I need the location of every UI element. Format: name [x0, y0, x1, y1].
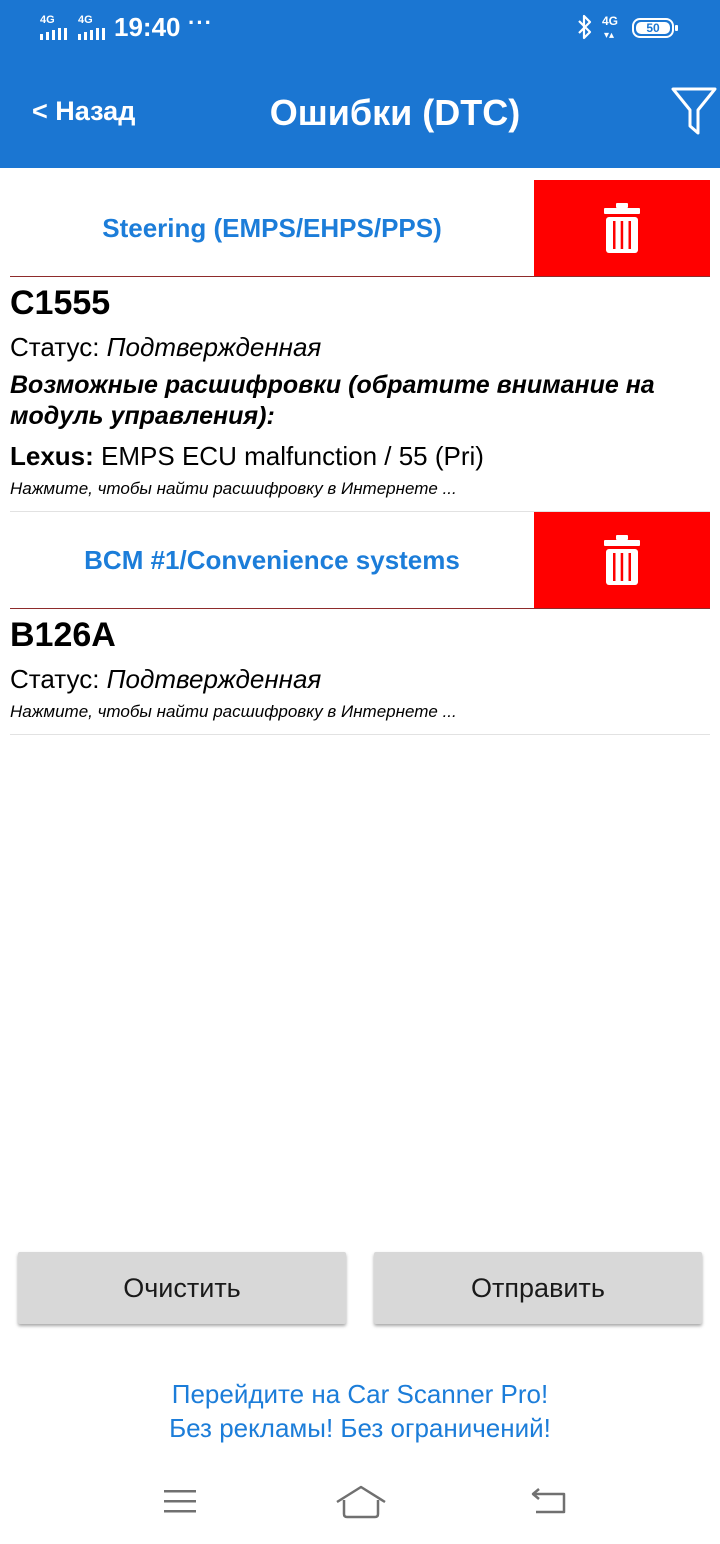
network-indicator: 4G ▾▴	[602, 14, 619, 41]
app-header: 4G 4G 19:40 ··· 4G ▾▴ 50 < Назад Ошибки …	[0, 0, 720, 168]
dtc-code[interactable]: C1555	[10, 284, 110, 323]
signal-bars-icon	[78, 28, 105, 40]
bluetooth-icon	[578, 14, 592, 40]
search-online-link[interactable]: Нажмите, чтобы найти расшифровку в Интер…	[10, 702, 457, 722]
back-icon[interactable]	[530, 1484, 570, 1518]
decode-text: EMPS ECU malfunction / 55 (Pri)	[101, 441, 484, 471]
delete-button[interactable]	[534, 180, 710, 276]
divider	[10, 276, 710, 277]
dtc-module-header: Steering (EMPS/EHPS/PPS)	[0, 180, 720, 276]
filter-icon[interactable]	[670, 86, 718, 136]
battery-level: 50	[636, 22, 670, 34]
home-icon[interactable]	[334, 1484, 388, 1520]
send-button[interactable]: Отправить	[374, 1252, 702, 1324]
search-online-link[interactable]: Нажмите, чтобы найти расшифровку в Интер…	[10, 479, 457, 499]
module-name[interactable]: BCM #1/Convenience systems	[10, 512, 534, 608]
divider	[10, 734, 710, 735]
battery-icon: 50	[632, 18, 678, 38]
menu-icon[interactable]	[162, 1484, 198, 1518]
decode-entry: Lexus: EMPS ECU malfunction / 55 (Pri)	[10, 441, 484, 472]
dtc-code[interactable]: B126A	[10, 616, 116, 655]
status-value: Подтвержденная	[106, 332, 322, 362]
data-arrows-icon: ▾▴	[604, 30, 615, 41]
dtc-status: Статус: Подтвержденная	[10, 332, 321, 363]
promo-link-line1[interactable]: Перейдите на Car Scanner Pro!	[0, 1377, 720, 1411]
decode-brand: Lexus:	[10, 441, 94, 471]
decode-title: Возможные расшифровки (обратите внимание…	[10, 371, 655, 430]
sim1-label: 4G	[40, 14, 55, 26]
more-notifications: ···	[188, 10, 213, 35]
divider	[10, 608, 710, 609]
status-label: Статус:	[10, 664, 100, 694]
clock: 19:40	[114, 12, 181, 42]
network-label: 4G	[602, 14, 619, 28]
module-name[interactable]: Steering (EMPS/EHPS/PPS)	[10, 180, 534, 276]
status-bar: 4G 4G 19:40 ··· 4G ▾▴ 50	[0, 0, 720, 56]
dtc-status: Статус: Подтвержденная	[10, 664, 321, 695]
signal-bars-icon	[40, 28, 67, 40]
trash-icon	[604, 203, 640, 253]
sim2-label: 4G	[78, 14, 93, 26]
status-value: Подтвержденная	[106, 664, 322, 694]
status-label: Статус:	[10, 332, 100, 362]
trash-icon	[604, 535, 640, 585]
page-title: Ошибки (DTC)	[269, 92, 521, 133]
dtc-module-header: BCM #1/Convenience systems	[0, 512, 720, 608]
clear-button[interactable]: Очистить	[18, 1252, 346, 1324]
delete-button[interactable]	[534, 512, 710, 608]
promo-link-line2[interactable]: Без рекламы! Без ограничений!	[0, 1411, 720, 1445]
